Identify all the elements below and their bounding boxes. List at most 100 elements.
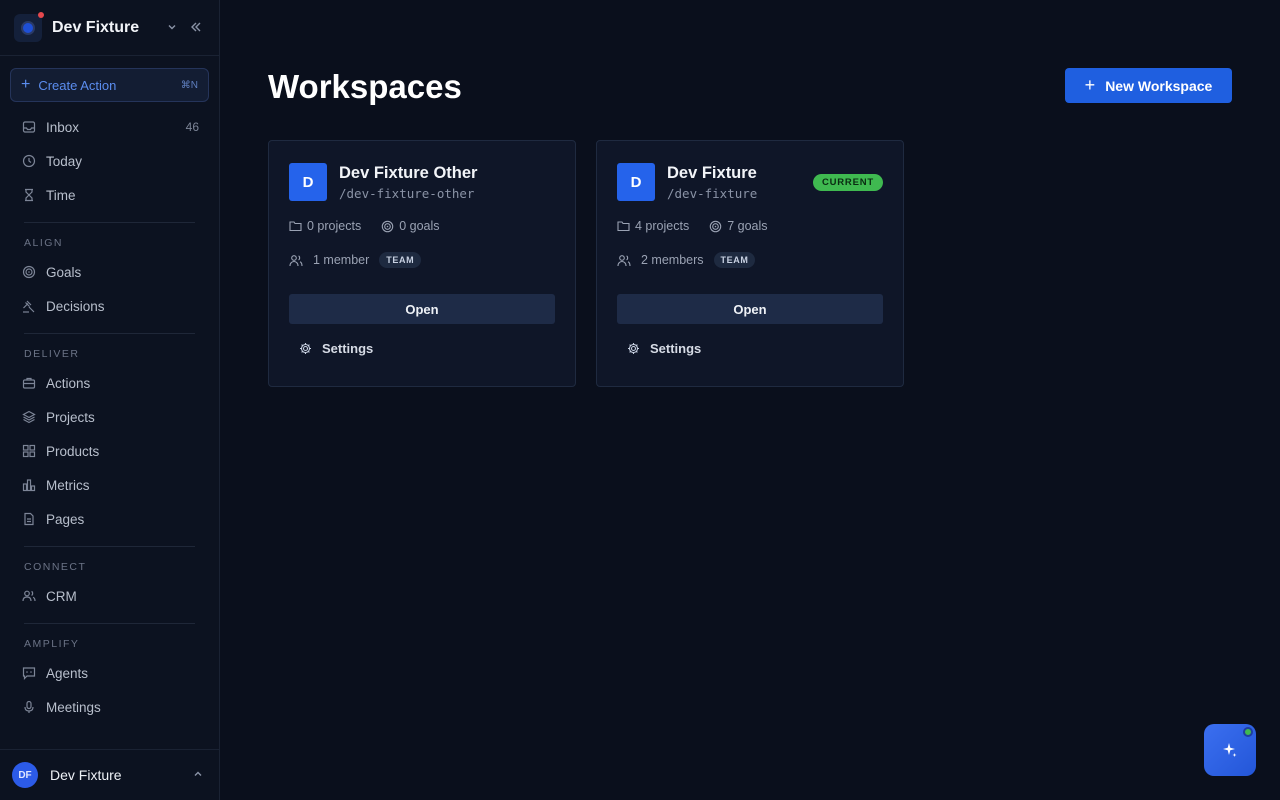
page-title: Workspaces — [268, 68, 462, 105]
workspace-initial: D — [289, 163, 327, 201]
create-action-button[interactable]: + Create Action ⌘N — [10, 68, 209, 102]
members-row: 1 member TEAM — [289, 252, 422, 268]
divider — [24, 546, 195, 547]
sidebar-item-label: Today — [46, 153, 83, 169]
notification-dot — [38, 11, 44, 18]
sparkle-icon — [1223, 743, 1237, 757]
sidebar-item-label: Projects — [46, 409, 95, 425]
workspace-name: Dev Fixture — [52, 18, 140, 36]
projects-count: 4 projects — [635, 219, 690, 233]
members-count: 1 member — [313, 253, 370, 267]
sidebar-item-goals[interactable]: Goals — [0, 255, 219, 289]
sidebar-item-label: Inbox — [46, 119, 80, 135]
folder-icon — [289, 221, 302, 232]
sidebar-item-products[interactable]: Products — [0, 434, 219, 468]
team-badge: TEAM — [379, 252, 422, 268]
sidebar: Dev Fixture + Create Action ⌘N Inbox 46 … — [0, 0, 220, 800]
open-workspace-button[interactable]: Open — [289, 294, 555, 324]
sidebar-item-label: Actions — [46, 375, 91, 391]
main-content: Workspaces + New Workspace D Dev Fixture… — [220, 0, 1280, 800]
target-icon — [709, 220, 722, 232]
workspace-settings-link[interactable]: Settings — [299, 341, 373, 356]
divider — [24, 333, 195, 334]
ai-assistant-button[interactable] — [1204, 724, 1256, 776]
target-icon — [381, 220, 394, 232]
sidebar-item-label: Products — [46, 443, 100, 459]
goals-stat: 0 goals — [381, 219, 440, 233]
sidebar-item-label: Pages — [46, 511, 85, 527]
sidebar-item-pages[interactable]: Pages — [0, 502, 219, 536]
section-label-connect: CONNECT — [24, 561, 87, 573]
briefcase-icon — [22, 376, 36, 390]
sidebar-item-actions[interactable]: Actions — [0, 366, 219, 400]
open-workspace-button[interactable]: Open — [617, 294, 883, 324]
sidebar-item-today[interactable]: Today — [0, 144, 219, 178]
inbox-count: 46 — [185, 120, 199, 134]
workspace-card: D Dev Fixture Other /dev-fixture-other 0… — [268, 140, 576, 387]
workspace-initial: D — [617, 163, 655, 201]
workspace-card-title: Dev Fixture Other — [339, 164, 478, 182]
workspace-settings-link[interactable]: Settings — [627, 341, 701, 356]
current-badge: CURRENT — [812, 174, 883, 191]
section-label-align: ALIGN — [24, 237, 64, 249]
online-status-dot — [1243, 727, 1253, 737]
goals-count: 7 goals — [727, 219, 768, 233]
sidebar-item-label: CRM — [46, 588, 77, 604]
workspace-card-slug: /dev-fixture — [667, 186, 758, 201]
users-icon — [617, 254, 631, 266]
users-icon — [289, 254, 303, 266]
projects-count: 0 projects — [307, 219, 362, 233]
sidebar-item-label: Decisions — [46, 298, 105, 314]
goals-count: 0 goals — [399, 219, 440, 233]
section-label-deliver: DELIVER — [24, 348, 80, 360]
layers-icon — [22, 410, 36, 424]
workspace-card-title: Dev Fixture — [667, 164, 757, 182]
folder-icon — [617, 221, 630, 232]
workspace-logo — [14, 11, 44, 42]
plus-icon: + — [21, 76, 31, 93]
workspace-stats: 0 projects 0 goals — [289, 219, 460, 233]
projects-stat: 4 projects — [617, 219, 689, 233]
grid-icon — [22, 444, 36, 458]
divider — [24, 623, 195, 624]
goals-stat: 7 goals — [709, 219, 768, 233]
sidebar-item-inbox[interactable]: Inbox 46 — [0, 110, 219, 144]
settings-label: Settings — [650, 341, 702, 356]
collapse-sidebar-icon[interactable] — [187, 20, 205, 36]
user-menu[interactable]: DF Dev Fixture — [0, 749, 219, 800]
sidebar-item-metrics[interactable]: Metrics — [0, 468, 219, 502]
sidebar-item-label: Metrics — [46, 477, 90, 493]
chevron-down-icon[interactable] — [163, 20, 181, 36]
new-workspace-label: New Workspace — [1105, 77, 1213, 94]
plus-icon: + — [1084, 75, 1096, 95]
gear-icon — [628, 343, 639, 354]
sidebar-item-meetings[interactable]: Meetings — [0, 690, 219, 724]
workspace-switcher[interactable]: Dev Fixture — [0, 0, 219, 56]
workspace-card: D Dev Fixture /dev-fixture CURRENT 4 pro… — [596, 140, 904, 387]
settings-label: Settings — [322, 341, 374, 356]
microphone-icon — [22, 700, 36, 714]
shortcut-hint: ⌘N — [180, 79, 198, 91]
sidebar-item-agents[interactable]: Agents — [0, 656, 219, 690]
chat-bot-icon — [22, 666, 36, 680]
new-workspace-button[interactable]: + New Workspace — [1065, 68, 1232, 103]
sidebar-item-label: Goals — [46, 264, 82, 280]
gavel-icon — [22, 299, 36, 313]
sidebar-item-projects[interactable]: Projects — [0, 400, 219, 434]
create-action-label: Create Action — [38, 77, 117, 93]
projects-stat: 0 projects — [289, 219, 361, 233]
avatar: DF — [12, 762, 38, 788]
team-badge: TEAM — [713, 252, 756, 268]
members-count: 2 members — [641, 253, 704, 267]
sidebar-item-label: Agents — [46, 665, 89, 681]
sidebar-item-time[interactable]: Time — [0, 178, 219, 212]
hourglass-icon — [22, 188, 36, 202]
divider — [24, 222, 195, 223]
target-icon — [22, 265, 36, 279]
workspace-stats: 4 projects 7 goals — [617, 219, 788, 233]
chevron-up-icon[interactable] — [189, 767, 207, 783]
workspace-card-slug: /dev-fixture-other — [339, 186, 475, 201]
sidebar-item-crm[interactable]: CRM — [0, 579, 219, 613]
sidebar-item-label: Time — [46, 187, 76, 203]
sidebar-item-decisions[interactable]: Decisions — [0, 289, 219, 323]
